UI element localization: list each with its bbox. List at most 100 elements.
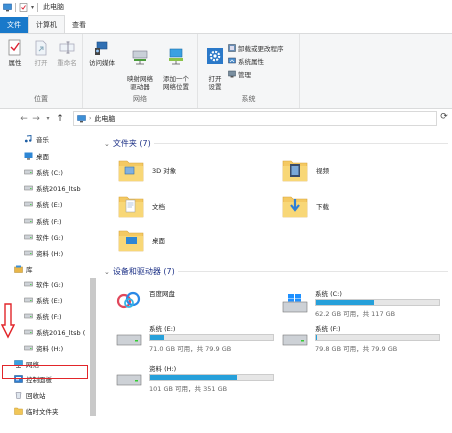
nav-item[interactable]: 系统 (F:) [24,215,62,227]
group-network: 访问媒体 映射网络 驱动器 添加一个 网络位置 网络 [83,34,198,108]
music-icon [24,134,33,143]
collapse-chevron-icon[interactable]: ⌄ [104,268,110,276]
hard-drive-icon [282,334,308,346]
system-properties-icon [228,57,236,64]
up-arrow-icon[interactable]: ↑ [54,114,66,124]
drive-size-text: 79.8 GB 可用，共 79.9 GB [315,345,398,353]
drive-usage-fill [316,335,318,340]
manage-icon [228,70,236,78]
add-network-location-button[interactable]: 添加一个 网络位置 [159,39,193,91]
folder-videos[interactable]: 视频 [282,158,329,182]
nav-item-label: 系统 (C:) [36,169,63,177]
drive-icon [24,328,33,336]
nav-item[interactable]: 系统 (E:) [24,294,62,306]
drive-item[interactable]: 系统 (E:) 71.0 GB 可用，共 79.9 GB [104,323,284,359]
folders-header-label: 文件夹 (7) [112,139,151,148]
folder-documents[interactable]: 文档 [118,194,165,218]
map-network-drive-label: 映射网络 驱动器 [127,75,153,91]
baidu-netdisk-item[interactable]: 百度网盘 [104,288,284,324]
uninstall-icon [228,44,236,52]
drive-icon [24,184,33,192]
nav-item[interactable]: 回收站 [14,389,46,401]
nav-item[interactable]: 软件 (G:) [24,278,63,290]
add-network-location-label: 添加一个 网络位置 [163,75,189,91]
qat-dropdown-icon[interactable]: ▾ [31,4,34,11]
folder-label: 3D 对象 [152,167,177,175]
nav-item-label: 桌面 [36,153,49,161]
nav-item[interactable]: 系统 (C:) [24,166,63,178]
desktop-icon [24,152,33,160]
uninstall-program-button[interactable]: 卸载或更改程序 [228,43,284,53]
folder-label: 桌面 [152,237,165,245]
nav-scrollbar-thumb[interactable] [90,278,96,416]
nav-item[interactable]: 系统 (E:) [24,198,62,210]
download-icon [282,196,308,218]
navigation-pane: 音乐桌面系统 (C:) 系统2016_ltsb 系统 (E:) 系统 (F:) 软件 (… [0,128,98,433]
red-down-arrow-icon [1,303,15,339]
nav-item[interactable]: 桌面 [24,150,49,162]
nav-item-label: 软件 (G:) [36,281,64,289]
access-media-button[interactable]: 访问媒体 [87,39,117,67]
properties-label: 属性 [8,59,22,67]
nav-item[interactable]: 临时文件夹 [14,405,59,417]
recycle-bin-icon [14,391,23,399]
drive-item[interactable]: 系统 (F:) 79.8 GB 可用，共 79.9 GB [270,323,450,359]
open-label: 打开 [34,59,48,67]
title-bar: ▾ 此电脑 [0,0,452,14]
nav-item[interactable]: 库 [14,263,33,275]
open-icon [35,40,47,56]
system-properties-button[interactable]: 系统属性 [228,56,264,66]
tab-computer[interactable]: 计算机 [28,15,65,33]
nav-item[interactable]: 系统2016_ltsb [24,182,81,194]
nav-item-label: 回收站 [26,392,46,400]
nav-item[interactable]: 软件 (G:) [24,231,63,243]
folder-label: 视频 [316,167,329,175]
nav-item-label: 系统2016_ltsb [36,185,81,193]
map-network-drive-button[interactable]: 映射网络 驱动器 [123,39,157,91]
drives-section-header[interactable]: ⌄ 设备和驱动器 (7) [104,266,448,277]
nav-item[interactable]: 音乐 [24,133,49,145]
folders-section-header[interactable]: ⌄ 文件夹 (7) [104,138,448,149]
nav-scrollbar[interactable] [90,128,96,418]
drive-icon [24,217,33,225]
nav-item[interactable]: 资料 (H:) [24,247,63,259]
refresh-icon[interactable]: ⟳ [437,112,451,125]
system-properties-label: 系统属性 [238,58,264,66]
drive-item[interactable]: 系统 (C:) 62.2 GB 可用，共 117 GB [270,288,450,324]
folder-desktop[interactable]: 桌面 [118,228,165,252]
open-settings-label: 打开 设置 [208,75,222,91]
properties-icon [8,39,21,56]
tab-file[interactable]: 文件 [0,17,28,33]
drive-item[interactable]: 资料 (H:) 101 GB 可用，共 351 GB [104,363,284,399]
ribbon-tabs: 文件 计算机 查看 [0,15,452,33]
breadcrumb-separator-icon[interactable]: › [89,115,91,122]
folder-downloads[interactable]: 下载 [282,194,329,218]
drive-usage-fill [316,300,374,305]
tab-view[interactable]: 查看 [65,17,93,33]
breadcrumb-this-pc[interactable]: 此电脑 [94,114,115,124]
drive-icon [24,168,33,176]
settings-gear-icon [207,48,223,64]
baidu-netdisk-icon [116,291,141,309]
open-settings-button[interactable]: 打开 设置 [200,39,230,91]
nav-item-label: 资料 (H:) [36,250,64,258]
properties-quick-icon[interactable] [19,2,28,12]
rename-button[interactable]: 重命名 [52,39,82,67]
nav-item[interactable]: 系统 (F:) [24,310,62,322]
forward-arrow-icon[interactable]: → [30,114,42,124]
collapse-chevron-icon[interactable]: ⌄ [104,140,110,148]
hard-drive-icon [116,374,142,386]
section-divider [153,143,448,144]
network-drive-icon [132,50,148,65]
back-arrow-icon[interactable]: ← [18,114,30,124]
nav-item-label: 软件 (G:) [36,234,64,242]
nav-item[interactable]: 系统2016_ltsb ( [24,326,85,338]
drive-usage-fill [150,375,238,380]
address-bar[interactable]: › 此电脑 [73,111,437,126]
folder-3d-objects[interactable]: 3D 对象 [118,158,176,182]
nav-item-label: 系统 (E:) [36,201,63,209]
manage-button[interactable]: 管理 [228,69,251,79]
recent-dropdown-icon[interactable]: ▾ [42,115,54,122]
nav-item[interactable]: 资料 (H:) [24,342,63,354]
drives-header-label: 设备和驱动器 (7) [112,267,175,276]
